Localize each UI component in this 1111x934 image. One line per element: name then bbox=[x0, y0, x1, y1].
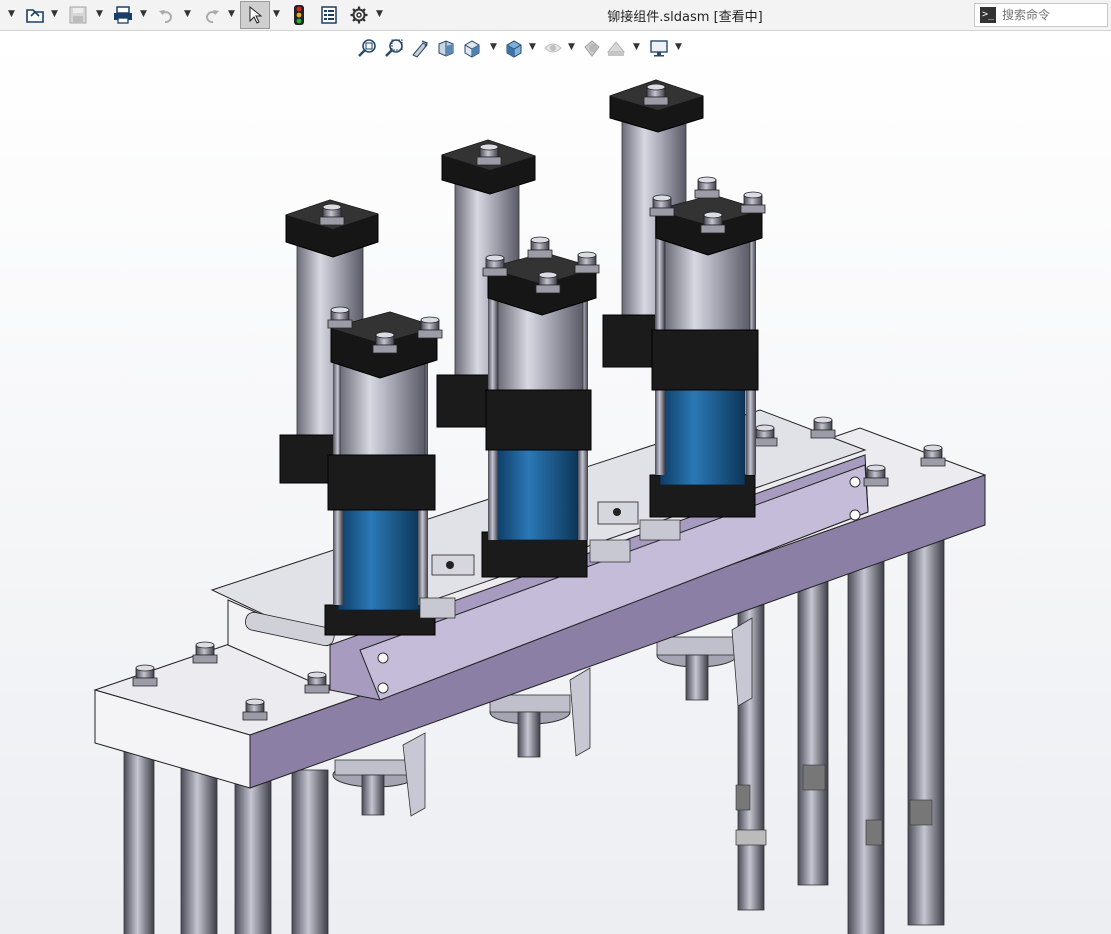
open-dropdown-icon[interactable]: ▼ bbox=[51, 9, 58, 19]
save-icon[interactable] bbox=[67, 3, 89, 27]
file-properties-icon[interactable] bbox=[318, 3, 340, 27]
assembly-model[interactable] bbox=[0, 31, 1111, 934]
select-cursor-icon[interactable] bbox=[240, 1, 270, 29]
open-icon[interactable] bbox=[24, 3, 46, 27]
cylinder-unit-3 bbox=[602, 79, 766, 518]
select-dropdown-icon[interactable]: ▼ bbox=[273, 9, 280, 19]
redo-icon[interactable] bbox=[200, 3, 222, 27]
options-gear-icon[interactable] bbox=[348, 3, 370, 27]
new-dropdown-icon[interactable]: ▼ bbox=[8, 9, 15, 19]
print-dropdown-icon[interactable]: ▼ bbox=[140, 9, 147, 19]
redo-dropdown-icon[interactable]: ▼ bbox=[228, 9, 235, 19]
search-commands[interactable]: >_ bbox=[974, 3, 1108, 27]
options-dropdown-icon[interactable]: ▼ bbox=[376, 9, 383, 19]
graphics-area[interactable]: ▼ ▼ ▼ ▼ ▼ bbox=[0, 31, 1111, 934]
command-prompt-icon: >_ bbox=[980, 7, 996, 23]
save-dropdown-icon[interactable]: ▼ bbox=[96, 9, 103, 19]
undo-dropdown-icon[interactable]: ▼ bbox=[184, 9, 191, 19]
print-icon[interactable] bbox=[112, 3, 134, 27]
traffic-light-icon[interactable] bbox=[290, 3, 308, 27]
main-toolbar: ▼ ▼ ▼ ▼ ▼ ▼ ▼ ▼ 铆接组件.sldasm [查看中] >_ bbox=[0, 0, 1111, 31]
window-title: 铆接组件.sldasm [查看中] bbox=[607, 10, 763, 25]
search-input[interactable] bbox=[1002, 8, 1102, 22]
undo-icon[interactable] bbox=[156, 3, 178, 27]
